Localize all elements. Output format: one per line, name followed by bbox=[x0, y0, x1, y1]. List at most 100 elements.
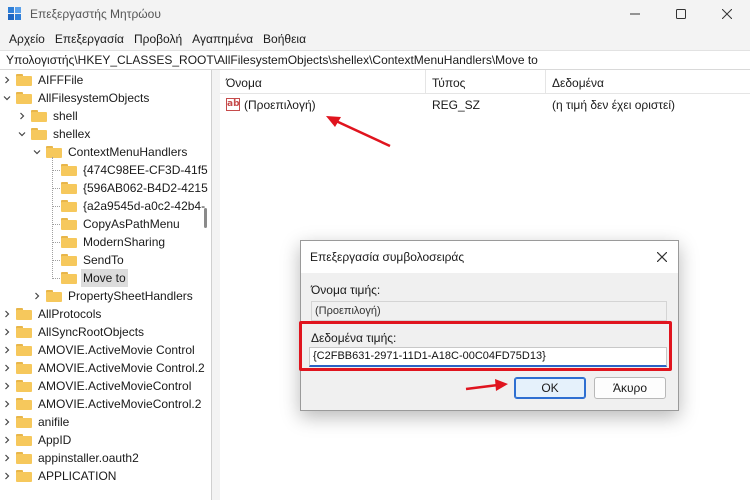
list-item[interactable]: ab (Προεπιλογή) REG_SZ (η τιμή δεν έχει … bbox=[220, 96, 750, 114]
tree-item[interactable]: CopyAsPathMenu bbox=[47, 215, 182, 233]
folder-icon bbox=[61, 272, 77, 284]
chevron-down-icon[interactable] bbox=[32, 143, 42, 161]
menu-file[interactable]: Αρχείο bbox=[4, 28, 50, 50]
list-header: Όνομα Τύπος Δεδομένα bbox=[220, 70, 750, 94]
menu-help[interactable]: Βοήθεια bbox=[258, 28, 311, 50]
folder-icon bbox=[61, 236, 77, 248]
tree-item-label: AIFFFile bbox=[38, 73, 84, 87]
folder-icon bbox=[16, 470, 32, 482]
tree-item-label: AMOVIE.ActiveMovie Control bbox=[38, 343, 195, 357]
chevron-right-icon[interactable] bbox=[2, 341, 12, 359]
tree-item[interactable]: AppID bbox=[2, 431, 73, 449]
folder-icon bbox=[31, 110, 47, 122]
chevron-right-icon[interactable] bbox=[2, 395, 12, 413]
value-data-input[interactable]: {C2FBB631-2971-11D1-A18C-00C04FD75D13} bbox=[309, 347, 667, 367]
tree-item[interactable]: ModernSharing bbox=[47, 233, 167, 251]
tree-item[interactable]: AllProtocols bbox=[2, 305, 103, 323]
tree-item[interactable]: AIFFFile bbox=[2, 71, 85, 89]
chevron-right-icon[interactable] bbox=[2, 359, 12, 377]
window-title: Επεξεργαστής Μητρώου bbox=[30, 7, 161, 21]
folder-icon bbox=[16, 362, 32, 374]
chevron-down-icon[interactable] bbox=[2, 89, 12, 107]
tree-item-label: APPLICATION bbox=[38, 469, 117, 483]
tree-item-label: AllFilesystemObjects bbox=[38, 91, 150, 105]
folder-icon bbox=[61, 218, 77, 230]
folder-icon bbox=[61, 200, 77, 212]
tree-item[interactable]: {596AB062-B4D2-4215 bbox=[47, 179, 210, 197]
folder-icon bbox=[61, 254, 77, 266]
close-button[interactable] bbox=[704, 0, 750, 28]
chevron-right-icon[interactable] bbox=[2, 377, 12, 395]
tree-item[interactable]: PropertySheetHandlers bbox=[32, 287, 195, 305]
pane-splitter[interactable] bbox=[212, 70, 220, 500]
menu-favorites[interactable]: Αγαπημένα bbox=[187, 28, 258, 50]
dialog-close-button[interactable] bbox=[654, 249, 670, 265]
tree-item-label: appinstaller.oauth2 bbox=[38, 451, 139, 465]
chevron-right-icon[interactable] bbox=[2, 305, 12, 323]
chevron-right-icon[interactable] bbox=[2, 323, 12, 341]
address-bar[interactable]: Υπολογιστής\HKEY_CLASSES_ROOT\AllFilesys… bbox=[0, 50, 750, 70]
tree-item-label: AllProtocols bbox=[38, 307, 102, 321]
tree-item[interactable]: {474C98EE-CF3D-41f5 bbox=[47, 161, 210, 179]
tree-item[interactable]: anifile bbox=[2, 413, 71, 431]
tree-item[interactable]: shellex bbox=[17, 125, 92, 143]
tree-item[interactable]: AMOVIE.ActiveMovieControl.2 bbox=[2, 395, 203, 413]
menu-view[interactable]: Προβολή bbox=[129, 28, 187, 50]
tree-item[interactable]: shell bbox=[17, 107, 80, 125]
value-data-label: Δεδομένα τιμής: bbox=[311, 331, 397, 345]
chevron-right-icon[interactable] bbox=[2, 431, 12, 449]
tree-item-label: {596AB062-B4D2-4215 bbox=[83, 181, 208, 195]
tree-item-label: ContextMenuHandlers bbox=[68, 145, 188, 159]
column-type[interactable]: Τύπος bbox=[426, 70, 546, 94]
tree-item-label: shellex bbox=[53, 127, 91, 141]
tree-item[interactable]: AllSyncRootObjects bbox=[2, 323, 146, 341]
tree-item-label: AppID bbox=[38, 433, 72, 447]
chevron-right-icon[interactable] bbox=[17, 107, 27, 125]
column-data[interactable]: Δεδομένα bbox=[546, 70, 750, 94]
tree-item[interactable]: AMOVIE.ActiveMovie Control.2 bbox=[2, 359, 207, 377]
column-name[interactable]: Όνομα bbox=[220, 70, 426, 94]
chevron-right-icon[interactable] bbox=[32, 287, 42, 305]
cancel-button[interactable]: Άκυρο bbox=[594, 377, 666, 399]
chevron-down-icon[interactable] bbox=[17, 125, 27, 143]
folder-icon bbox=[16, 380, 32, 392]
tree-guide-line bbox=[52, 170, 60, 171]
close-icon bbox=[722, 9, 732, 19]
tree-item[interactable]: APPLICATION bbox=[2, 467, 118, 485]
tree-item[interactable]: appinstaller.oauth2 bbox=[2, 449, 141, 467]
tree-item[interactable]: AMOVIE.ActiveMovieControl bbox=[2, 377, 193, 395]
chevron-right-icon[interactable] bbox=[2, 449, 12, 467]
chevron-right-icon[interactable] bbox=[2, 467, 12, 485]
folder-icon bbox=[46, 290, 62, 302]
edit-string-dialog: Επεξεργασία συμβολοσειράς Όνομα τιμής: (… bbox=[299, 240, 679, 411]
string-value-icon: ab bbox=[226, 98, 240, 111]
tree-guide-line bbox=[52, 206, 60, 207]
tree-item-label: Move to bbox=[81, 269, 128, 287]
folder-icon bbox=[16, 344, 32, 356]
value-type: REG_SZ bbox=[432, 98, 481, 112]
maximize-button[interactable] bbox=[658, 0, 704, 28]
tree-item[interactable]: ContextMenuHandlers bbox=[32, 143, 189, 161]
tree-guide-line bbox=[52, 278, 60, 279]
tree-item[interactable]: {a2a9545d-a0c2-42b4- bbox=[47, 197, 207, 215]
folder-icon bbox=[16, 308, 32, 320]
maximize-icon bbox=[676, 9, 686, 19]
folder-icon bbox=[61, 164, 77, 176]
tree-item[interactable]: AMOVIE.ActiveMovie Control bbox=[2, 341, 197, 359]
close-icon bbox=[657, 252, 667, 262]
tree-item-label: AMOVIE.ActiveMovie Control.2 bbox=[38, 361, 205, 375]
tree-guide-line bbox=[52, 224, 60, 225]
chevron-right-icon[interactable] bbox=[2, 71, 12, 89]
folder-icon bbox=[31, 128, 47, 140]
tree-item-label: SendTo bbox=[83, 253, 124, 267]
tree-item[interactable]: AllFilesystemObjects bbox=[2, 89, 151, 107]
folder-icon bbox=[16, 92, 32, 104]
tree-item-label: anifile bbox=[38, 415, 70, 429]
menu-edit[interactable]: Επεξεργασία bbox=[50, 28, 129, 50]
chevron-right-icon[interactable] bbox=[2, 413, 12, 431]
ok-button[interactable]: OK bbox=[514, 377, 586, 399]
tree-scrollbar[interactable] bbox=[204, 208, 207, 228]
minimize-button[interactable] bbox=[612, 0, 658, 28]
folder-icon bbox=[16, 74, 32, 86]
value-name-label: Όνομα τιμής: bbox=[311, 283, 381, 297]
